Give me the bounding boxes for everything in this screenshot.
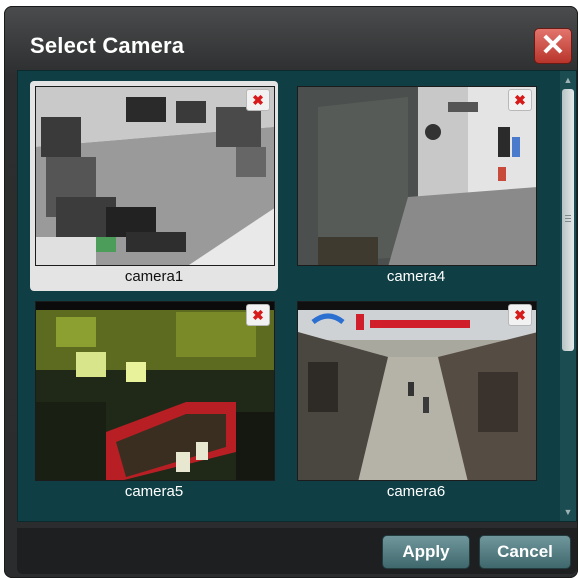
remove-icon: ✖ — [252, 307, 264, 323]
camera-tile-camera4[interactable]: ✖ camera4 — [292, 81, 540, 291]
scrollbar-thumb[interactable] — [562, 89, 574, 351]
scroll-up-icon[interactable]: ▲ — [560, 73, 576, 87]
camera-label: camera5 — [124, 483, 184, 500]
camera-thumbnail — [297, 301, 537, 481]
remove-camera-button[interactable]: ✖ — [508, 89, 532, 111]
remove-icon: ✖ — [514, 307, 526, 323]
scroll-down-icon[interactable]: ▼ — [560, 505, 576, 519]
camera-label: camera6 — [386, 483, 446, 500]
grip-line — [565, 215, 571, 216]
remove-camera-button[interactable]: ✖ — [508, 304, 532, 326]
vertical-scrollbar[interactable]: ▲ ▼ — [560, 71, 576, 521]
remove-camera-button[interactable]: ✖ — [246, 89, 270, 111]
remove-icon: ✖ — [514, 92, 526, 108]
camera-thumbnail — [35, 301, 275, 481]
camera-label: camera4 — [386, 268, 446, 285]
camera-label: camera1 — [124, 268, 184, 285]
camera-tile-camera6[interactable]: ✖ camera6 — [292, 296, 540, 506]
camera-thumbnail — [297, 86, 537, 266]
close-button[interactable]: ✕ — [534, 28, 572, 64]
remove-icon: ✖ — [252, 92, 264, 108]
camera-grid: ✖ camera1 ✖ camera4 ✖ camera5 ✖ camera6 … — [17, 70, 577, 522]
grip-line — [565, 218, 571, 219]
camera-tile-camera1[interactable]: ✖ camera1 — [30, 81, 278, 291]
cancel-button[interactable]: Cancel — [479, 535, 571, 569]
grip-line — [565, 221, 571, 222]
apply-button[interactable]: Apply — [382, 535, 470, 569]
dialog-title: Select Camera — [30, 33, 185, 58]
dialog-footer: Apply Cancel — [17, 528, 577, 574]
select-camera-dialog: Select Camera ✕ ✖ camera1 ✖ camera4 ✖ ca… — [4, 6, 578, 578]
camera-thumbnail — [35, 86, 275, 266]
camera-tile-camera5[interactable]: ✖ camera5 — [30, 296, 278, 506]
close-icon: ✕ — [540, 29, 566, 62]
remove-camera-button[interactable]: ✖ — [246, 304, 270, 326]
